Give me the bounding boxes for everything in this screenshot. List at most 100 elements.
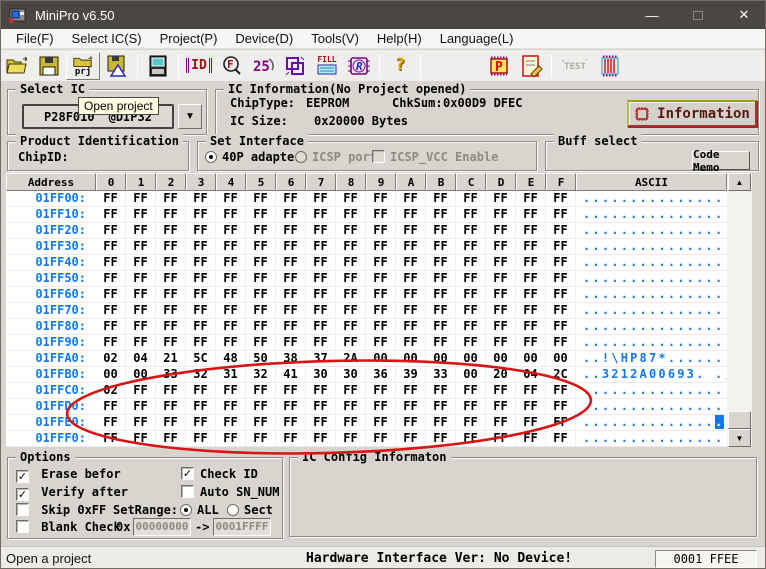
hex-byte-cell[interactable]: FF xyxy=(546,239,576,254)
hex-byte-cell[interactable]: 00 xyxy=(546,351,576,366)
hex-byte-cell[interactable]: FF xyxy=(546,271,576,286)
hex-byte-cell[interactable]: FF xyxy=(456,415,486,430)
hex-byte-cell[interactable]: FF xyxy=(546,303,576,318)
copy-buffer-button[interactable] xyxy=(280,52,310,80)
hex-byte-cell[interactable]: FF xyxy=(306,207,336,222)
hex-byte-cell[interactable]: FF xyxy=(96,303,126,318)
hex-byte-cell[interactable]: 36 xyxy=(366,367,396,382)
hex-byte-cell[interactable]: 31 xyxy=(216,367,246,382)
hex-byte-cell[interactable]: FF xyxy=(276,271,306,286)
verify-after-checkbox[interactable]: ✓ xyxy=(16,488,29,501)
hex-byte-cell[interactable]: FF xyxy=(276,383,306,398)
hex-header-d[interactable]: D xyxy=(486,173,516,191)
hex-byte-cell[interactable]: FF xyxy=(186,431,216,446)
hex-byte-cell[interactable]: FF xyxy=(186,383,216,398)
hex-byte-cell[interactable]: FF xyxy=(396,431,426,446)
hex-byte-cell[interactable]: FF xyxy=(306,191,336,206)
menu-help[interactable]: Help(H) xyxy=(368,31,431,46)
hex-byte-cell[interactable]: FF xyxy=(456,207,486,222)
hex-byte-cell[interactable]: FF xyxy=(156,191,186,206)
hex-byte-cell[interactable]: FF xyxy=(246,335,276,350)
hex-byte-cell[interactable]: FF xyxy=(516,271,546,286)
hex-byte-cell[interactable]: FF xyxy=(546,415,576,430)
hex-ascii-cell[interactable]: ................ xyxy=(576,335,727,350)
hex-byte-cell[interactable]: FF xyxy=(156,415,186,430)
hex-byte-cell[interactable]: FF xyxy=(336,255,366,270)
auto-sn-checkbox[interactable] xyxy=(181,485,194,498)
hex-byte-cell[interactable]: FF xyxy=(456,383,486,398)
hex-byte-cell[interactable]: FF xyxy=(306,255,336,270)
hex-byte-cell[interactable]: 02 xyxy=(96,383,126,398)
hex-byte-cell[interactable]: FF xyxy=(156,399,186,414)
hex-byte-cell[interactable]: FF xyxy=(366,383,396,398)
hex-byte-cell[interactable]: FF xyxy=(486,399,516,414)
hex-byte-cell[interactable]: FF xyxy=(396,271,426,286)
hex-byte-cell[interactable]: 37 xyxy=(306,351,336,366)
hex-byte-cell[interactable]: FF xyxy=(186,303,216,318)
maximize-button[interactable] xyxy=(675,1,721,29)
hex-byte-cell[interactable]: FF xyxy=(366,303,396,318)
hex-byte-cell[interactable]: FF xyxy=(426,271,456,286)
hex-byte-cell[interactable]: FF xyxy=(126,383,156,398)
minimize-button[interactable]: — xyxy=(629,1,675,29)
hex-byte-cell[interactable]: FF xyxy=(216,415,246,430)
hex-byte-cell[interactable]: FF xyxy=(306,239,336,254)
hex-byte-cell[interactable]: FF xyxy=(426,223,456,238)
hex-byte-cell[interactable]: FF xyxy=(546,383,576,398)
hex-byte-cell[interactable]: FF xyxy=(516,191,546,206)
hex-byte-cell[interactable]: 00 xyxy=(456,367,486,382)
hex-header-c[interactable]: C xyxy=(456,173,486,191)
erase-button[interactable]: 25 xyxy=(248,52,278,80)
menu-select-ic[interactable]: Select IC(S) xyxy=(63,31,151,46)
check-id-checkbox[interactable]: ✓ xyxy=(181,467,194,480)
hex-byte-cell[interactable]: FF xyxy=(486,319,516,334)
hex-ascii-cell[interactable]: ................ xyxy=(576,207,727,222)
hex-byte-cell[interactable]: FF xyxy=(246,287,276,302)
hex-byte-cell[interactable]: FF xyxy=(216,383,246,398)
hex-byte-cell[interactable]: FF xyxy=(306,271,336,286)
hex-byte-cell[interactable]: FF xyxy=(186,207,216,222)
hex-byte-cell[interactable]: FF xyxy=(126,335,156,350)
hex-byte-cell[interactable]: FF xyxy=(216,223,246,238)
hex-byte-cell[interactable]: FF xyxy=(96,399,126,414)
menu-tools[interactable]: Tools(V) xyxy=(302,31,368,46)
hex-byte-cell[interactable]: FF xyxy=(366,335,396,350)
hex-byte-cell[interactable]: FF xyxy=(246,239,276,254)
hex-byte-cell[interactable]: FF xyxy=(156,207,186,222)
chip-id-button[interactable]: ID xyxy=(184,52,214,80)
hex-ascii-cell[interactable]: ................ xyxy=(576,431,727,446)
hex-byte-cell[interactable]: FF xyxy=(96,319,126,334)
hex-byte-cell[interactable]: FF xyxy=(366,287,396,302)
edit-buffer-button[interactable] xyxy=(516,52,546,80)
hex-byte-cell[interactable]: FF xyxy=(366,271,396,286)
hex-byte-cell[interactable]: FF xyxy=(336,287,366,302)
hex-byte-cell[interactable]: 33 xyxy=(426,367,456,382)
save-project-button[interactable] xyxy=(102,52,132,80)
hex-byte-cell[interactable]: FF xyxy=(486,239,516,254)
hex-byte-cell[interactable]: FF xyxy=(366,415,396,430)
hex-byte-cell[interactable]: FF xyxy=(186,223,216,238)
hex-header-7[interactable]: 7 xyxy=(306,173,336,191)
icsp-vcc-checkbox[interactable] xyxy=(372,150,385,163)
hex-byte-cell[interactable]: FF xyxy=(516,399,546,414)
hex-header-b[interactable]: B xyxy=(426,173,456,191)
hex-byte-cell[interactable]: FF xyxy=(186,335,216,350)
hex-byte-cell[interactable]: FF xyxy=(546,399,576,414)
hex-byte-cell[interactable]: FF xyxy=(426,383,456,398)
hex-byte-cell[interactable]: FF xyxy=(396,287,426,302)
hex-byte-cell[interactable]: FF xyxy=(216,287,246,302)
hex-byte-cell[interactable]: FF xyxy=(96,239,126,254)
hex-byte-cell[interactable]: FF xyxy=(156,431,186,446)
hex-byte-cell[interactable]: FF xyxy=(246,207,276,222)
hex-ascii-cell[interactable]: ................ xyxy=(576,239,727,254)
hex-byte-cell[interactable]: FF xyxy=(156,383,186,398)
hex-ascii-cell[interactable]: ................ xyxy=(576,319,727,334)
hex-byte-cell[interactable]: FF xyxy=(366,239,396,254)
blank-check-checkbox[interactable] xyxy=(16,520,29,533)
hex-byte-cell[interactable]: FF xyxy=(546,255,576,270)
hex-byte-cell[interactable]: FF xyxy=(546,191,576,206)
hex-byte-cell[interactable]: FF xyxy=(126,303,156,318)
pin-detect-button[interactable] xyxy=(595,52,625,80)
menu-language[interactable]: Language(L) xyxy=(431,31,523,46)
hex-byte-cell[interactable]: FF xyxy=(246,415,276,430)
